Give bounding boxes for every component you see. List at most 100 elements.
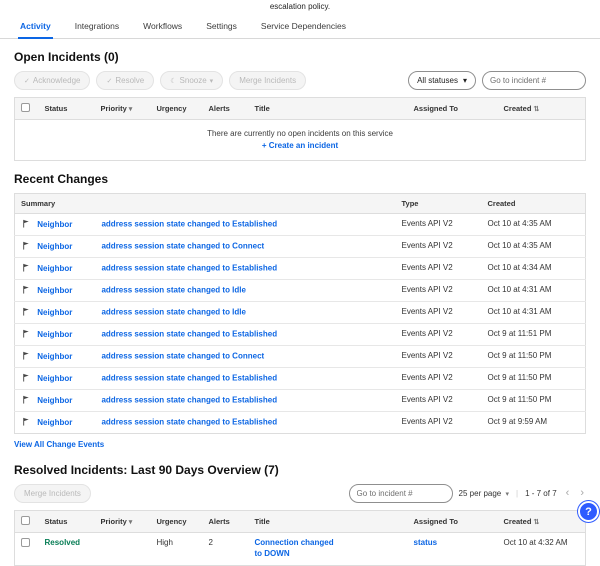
resolved-incidents-table: Status Priority▾ Urgency Alerts Title As… bbox=[14, 510, 586, 566]
change-summary-link[interactable]: address session state changed to Connect bbox=[101, 242, 264, 251]
service-description: escalation policy. bbox=[0, 0, 600, 15]
goto-incident-input[interactable] bbox=[349, 484, 453, 503]
tab-bar: Activity Integrations Workflows Settings… bbox=[0, 15, 600, 39]
table-header-row: Summary Type Created bbox=[15, 194, 586, 214]
per-page-dropdown[interactable]: 25 per page ▾ bbox=[459, 489, 509, 498]
chevron-down-icon: ▾ bbox=[129, 106, 133, 113]
incident-action-buttons: ✓ Acknowledge ✓ Resolve ☾ Snooze ▾ Merge… bbox=[14, 71, 306, 90]
page-range: 1 - 7 of 7 bbox=[525, 489, 557, 498]
goto-incident-input[interactable] bbox=[482, 71, 586, 90]
table-row: Neighbor address session state changed t… bbox=[15, 302, 586, 324]
change-event-icon bbox=[21, 285, 30, 296]
change-actor-link[interactable]: Neighbor bbox=[37, 374, 99, 383]
recent-changes-section: Recent Changes Summary Type Created Neig… bbox=[0, 172, 600, 452]
acknowledge-label: Acknowledge bbox=[33, 76, 81, 85]
resolve-button[interactable]: ✓ Resolve bbox=[96, 71, 154, 90]
change-actor-link[interactable]: Neighbor bbox=[37, 330, 99, 339]
row-checkbox[interactable] bbox=[21, 538, 30, 547]
column-alerts[interactable]: Alerts bbox=[203, 511, 249, 533]
incident-assigned-link[interactable]: status bbox=[414, 538, 438, 547]
column-assigned-to[interactable]: Assigned To bbox=[408, 98, 498, 120]
column-created[interactable]: Created⇅ bbox=[498, 511, 586, 533]
select-all-checkbox[interactable] bbox=[21, 103, 30, 112]
column-urgency[interactable]: Urgency bbox=[151, 98, 203, 120]
table-row: Neighbor address session state changed t… bbox=[15, 346, 586, 368]
change-actor-link[interactable]: Neighbor bbox=[37, 352, 99, 361]
view-all-change-events-link[interactable]: View All Change Events bbox=[14, 440, 104, 449]
change-summary-link[interactable]: address session state changed to Establi… bbox=[101, 396, 277, 405]
change-actor-link[interactable]: Neighbor bbox=[37, 396, 99, 405]
change-type: Events API V2 bbox=[396, 258, 482, 280]
column-status[interactable]: Status bbox=[39, 98, 95, 120]
chevron-down-icon: ▾ bbox=[210, 77, 214, 85]
column-priority[interactable]: Priority▾ bbox=[95, 511, 151, 533]
change-created: Oct 10 at 4:31 AM bbox=[482, 280, 586, 302]
chevron-down-icon: ▾ bbox=[505, 491, 509, 498]
open-incidents-table: Status Priority▾ Urgency Alerts Title As… bbox=[14, 97, 586, 161]
change-actor-link[interactable]: Neighbor bbox=[37, 242, 99, 251]
chevron-left-icon[interactable]: ‹ bbox=[564, 488, 572, 499]
change-summary-link[interactable]: address session state changed to Connect bbox=[101, 352, 264, 361]
merge-incidents-button[interactable]: Merge Incidents bbox=[14, 484, 91, 503]
column-created: Created bbox=[482, 194, 586, 214]
change-actor-link[interactable]: Neighbor bbox=[37, 286, 99, 295]
tab-integrations[interactable]: Integrations bbox=[73, 15, 121, 39]
chevron-right-icon[interactable]: › bbox=[578, 488, 586, 499]
change-summary-link[interactable]: address session state changed to Establi… bbox=[101, 374, 277, 383]
column-status[interactable]: Status bbox=[39, 511, 95, 533]
snooze-button[interactable]: ☾ Snooze ▾ bbox=[160, 71, 223, 90]
acknowledge-button[interactable]: ✓ Acknowledge bbox=[14, 71, 90, 90]
change-summary-link[interactable]: address session state changed to Idle bbox=[101, 286, 246, 295]
change-type: Events API V2 bbox=[396, 368, 482, 390]
change-type: Events API V2 bbox=[396, 214, 482, 236]
change-event-icon bbox=[21, 373, 30, 384]
tab-service-dependencies[interactable]: Service Dependencies bbox=[259, 15, 348, 39]
incident-urgency: High bbox=[151, 533, 203, 566]
column-priority[interactable]: Priority▾ bbox=[95, 98, 151, 120]
change-actor-link[interactable]: Neighbor bbox=[37, 418, 99, 427]
column-type: Type bbox=[396, 194, 482, 214]
change-type: Events API V2 bbox=[396, 390, 482, 412]
help-button[interactable]: ? bbox=[578, 501, 599, 522]
table-row: Neighbor address session state changed t… bbox=[15, 280, 586, 302]
recent-changes-table: Summary Type Created Neighbor address se… bbox=[14, 193, 586, 434]
change-actor-link[interactable]: Neighbor bbox=[37, 220, 99, 229]
change-actor-link[interactable]: Neighbor bbox=[37, 308, 99, 317]
status-filter-label: All statuses bbox=[417, 76, 458, 85]
change-summary-link[interactable]: address session state changed to Establi… bbox=[101, 220, 277, 229]
change-created: Oct 10 at 4:35 AM bbox=[482, 214, 586, 236]
column-alerts[interactable]: Alerts bbox=[203, 98, 249, 120]
change-event-icon bbox=[21, 241, 30, 252]
column-created[interactable]: Created⇅ bbox=[498, 98, 586, 120]
sort-icon: ⇅ bbox=[533, 106, 539, 113]
column-summary: Summary bbox=[15, 194, 396, 214]
create-incident-link[interactable]: + Create an incident bbox=[262, 141, 338, 150]
column-urgency[interactable]: Urgency bbox=[151, 511, 203, 533]
change-summary-link[interactable]: address session state changed to Establi… bbox=[101, 330, 277, 339]
incident-alerts: 2 bbox=[203, 533, 249, 566]
change-created: Oct 9 at 11:50 PM bbox=[482, 346, 586, 368]
select-all-checkbox[interactable] bbox=[21, 516, 30, 525]
change-created: Oct 9 at 11:50 PM bbox=[482, 368, 586, 390]
merge-incidents-button[interactable]: Merge Incidents bbox=[229, 71, 306, 90]
incident-title-link[interactable]: Connection changed to DOWN bbox=[255, 538, 335, 560]
chevron-down-icon: ▾ bbox=[463, 76, 467, 85]
change-event-icon bbox=[21, 307, 30, 318]
change-created: Oct 10 at 4:31 AM bbox=[482, 302, 586, 324]
change-summary-link[interactable]: address session state changed to Idle bbox=[101, 308, 246, 317]
column-title[interactable]: Title bbox=[249, 511, 408, 533]
change-created: Oct 10 at 4:34 AM bbox=[482, 258, 586, 280]
tab-settings[interactable]: Settings bbox=[204, 15, 239, 39]
change-summary-link[interactable]: address session state changed to Establi… bbox=[101, 418, 277, 427]
tab-workflows[interactable]: Workflows bbox=[141, 15, 184, 39]
change-summary-link[interactable]: address session state changed to Establi… bbox=[101, 264, 277, 273]
incident-created: Oct 10 at 4:32 AM bbox=[498, 533, 586, 566]
table-row: Neighbor address session state changed t… bbox=[15, 390, 586, 412]
resolved-incidents-section: Resolved Incidents: Last 90 Days Overvie… bbox=[0, 463, 600, 566]
column-assigned-to[interactable]: Assigned To bbox=[408, 511, 498, 533]
change-actor-link[interactable]: Neighbor bbox=[37, 264, 99, 273]
open-incidents-title: Open Incidents (0) bbox=[14, 50, 586, 64]
status-filter-dropdown[interactable]: All statuses ▾ bbox=[408, 71, 476, 90]
column-title[interactable]: Title bbox=[249, 98, 408, 120]
tab-activity[interactable]: Activity bbox=[18, 15, 53, 39]
